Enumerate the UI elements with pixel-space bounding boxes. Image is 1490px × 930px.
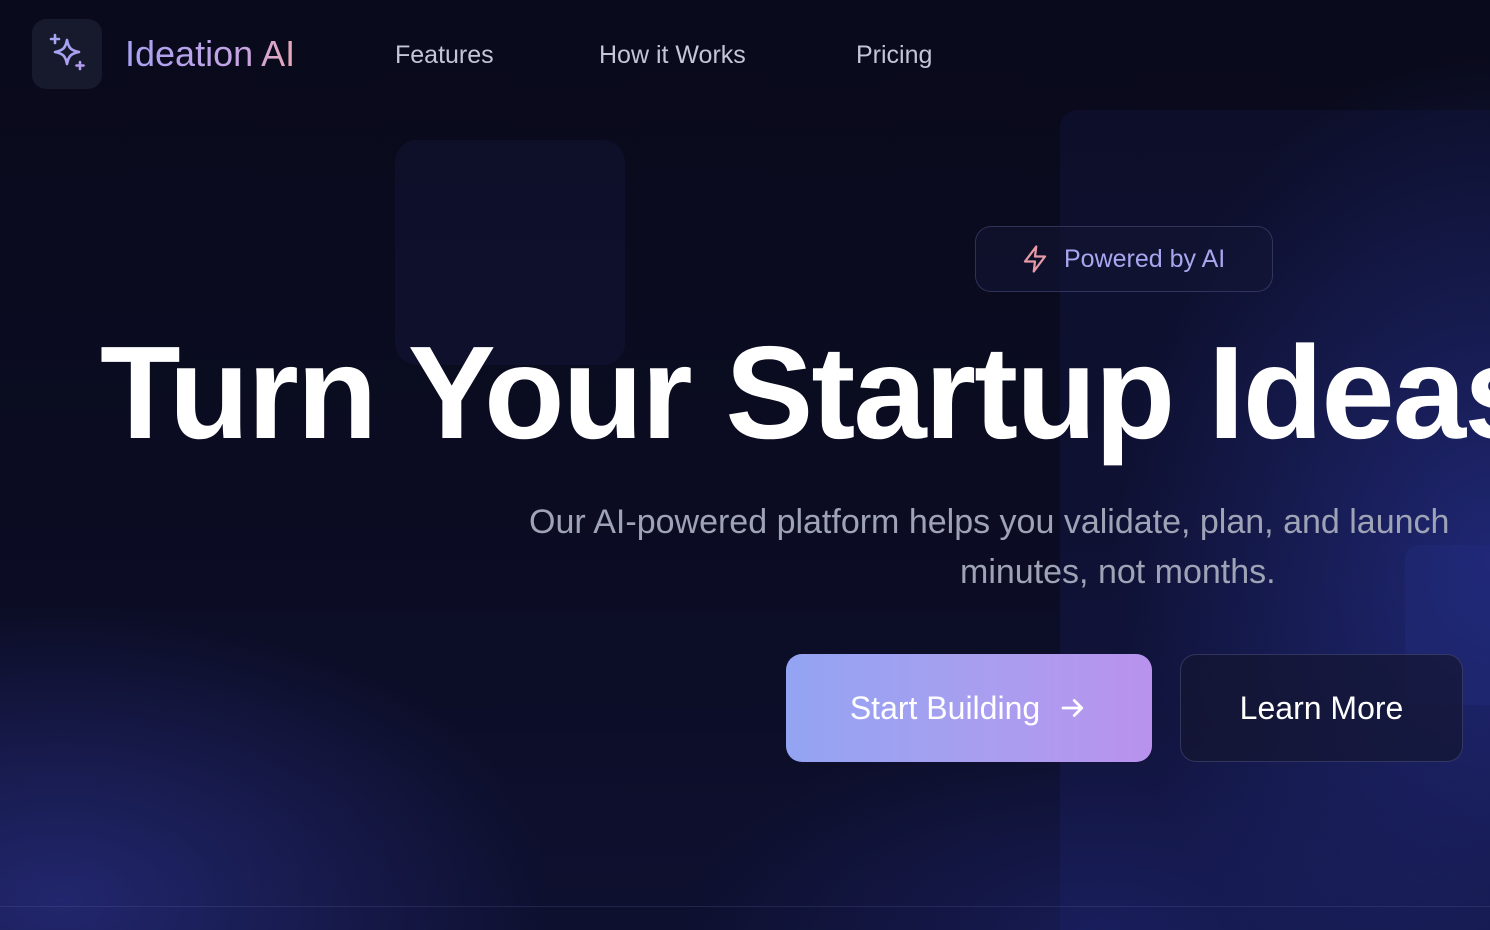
landing-page: Ideation AI Features How it Works Pricin…: [0, 0, 1490, 930]
hero-subheadline-line2: minutes, not months.: [960, 553, 1276, 591]
hero-subheadline-line1: Our AI-powered platform helps you valida…: [529, 503, 1450, 541]
start-building-label: Start Building: [849, 689, 1041, 726]
nav-link-features[interactable]: Features: [395, 40, 494, 70]
learn-more-label: Learn More: [1239, 689, 1404, 726]
learn-more-button[interactable]: Learn More: [1180, 654, 1463, 762]
logo[interactable]: [32, 19, 102, 89]
brand-name[interactable]: Ideation AI: [125, 32, 295, 76]
sparkles-icon: [47, 32, 87, 77]
nav-link-pricing[interactable]: Pricing: [856, 40, 932, 70]
nav-link-how-it-works[interactable]: How it Works: [599, 40, 746, 70]
arrow-right-icon: [1058, 693, 1088, 723]
lightning-bolt-icon: [1020, 244, 1050, 274]
badge-label: Powered by AI: [1064, 244, 1226, 273]
powered-by-badge: Powered by AI: [975, 226, 1273, 292]
section-divider: [0, 906, 1490, 907]
hero-headline: Turn Your Startup Ideas: [100, 319, 1490, 466]
start-building-button[interactable]: Start Building: [786, 654, 1152, 762]
